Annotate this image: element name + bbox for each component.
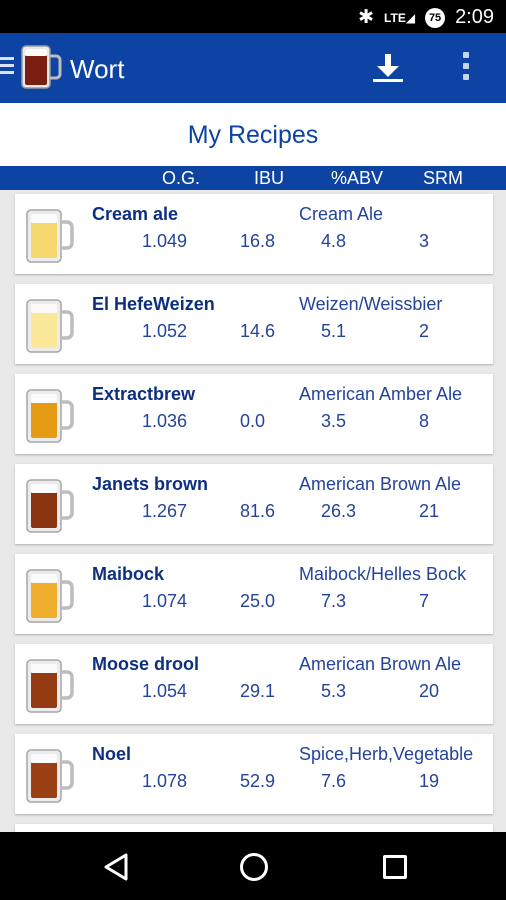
- download-icon[interactable]: [371, 52, 405, 84]
- recipe-ibu: 14.6: [240, 321, 276, 341]
- recipe-list[interactable]: Cream ale Cream Ale 1.049 16.8 4.8 3 El …: [0, 190, 506, 832]
- recipe-ibu: 52.9: [240, 771, 276, 791]
- recipe-srm: 7: [419, 591, 430, 611]
- recipe-style: Spice,Herb,Vegetable: [299, 744, 474, 764]
- recipe-og: 1.052: [142, 321, 188, 341]
- column-abv: %ABV: [331, 168, 384, 188]
- beer-mug-icon: [26, 389, 74, 443]
- recipe-ibu: 0.0: [240, 411, 266, 431]
- recipe-name: Maibock: [92, 564, 165, 584]
- recipe-srm: 19: [419, 771, 440, 791]
- recipe-og: 1.036: [142, 411, 188, 431]
- recipe-og: 1.267: [142, 501, 188, 521]
- beer-mug-icon: [26, 749, 74, 803]
- battery-icon: 75: [425, 7, 446, 28]
- recipe-srm: 8: [419, 411, 430, 431]
- recipe-card[interactable]: Janets brown American Brown Ale 1.267 81…: [15, 464, 493, 544]
- recipe-style: Maibock/Helles Bock: [299, 564, 467, 584]
- recipe-srm: 2: [419, 321, 430, 341]
- recipe-srm: 3: [419, 231, 430, 251]
- app-logo-icon: [21, 45, 62, 89]
- recipe-card[interactable]: [15, 824, 493, 832]
- recipe-card[interactable]: Maibock Maibock/Helles Bock 1.074 25.0 7…: [15, 554, 493, 634]
- recents-icon[interactable]: [383, 855, 407, 879]
- recipe-style: American Brown Ale: [299, 654, 462, 674]
- battery-level: 75: [428, 11, 442, 24]
- recipe-ibu: 25.0: [240, 591, 276, 611]
- recipe-card[interactable]: Cream ale Cream Ale 1.049 16.8 4.8 3: [15, 194, 493, 274]
- bluetooth-icon: ✱: [358, 7, 375, 28]
- recipe-og: 1.074: [142, 591, 188, 611]
- recipe-abv: 7.3: [321, 591, 347, 611]
- recipe-style: American Amber Ale: [299, 384, 463, 404]
- clock: 2:09: [455, 6, 494, 28]
- recipe-card[interactable]: El HefeWeizen Weizen/Weissbier 1.052 14.…: [15, 284, 493, 364]
- beer-mug-icon: [26, 299, 74, 353]
- beer-mug-icon: [26, 209, 74, 263]
- beer-mug-icon: [26, 569, 74, 623]
- app-title: Wort: [70, 54, 125, 84]
- column-srm: SRM: [423, 168, 463, 188]
- recipe-abv: 4.8: [321, 231, 347, 251]
- recipe-card[interactable]: Moose drool American Brown Ale 1.054 29.…: [15, 644, 493, 724]
- recipe-abv: 26.3: [321, 501, 357, 521]
- menu-icon[interactable]: [0, 57, 14, 78]
- recipe-ibu: 29.1: [240, 681, 276, 701]
- recipe-name: Noel: [92, 744, 132, 764]
- network-label: LTE: [384, 10, 406, 25]
- recipe-name: El HefeWeizen: [92, 294, 215, 314]
- beer-mug-icon: [26, 479, 74, 533]
- title-bar: My Recipes: [0, 103, 506, 166]
- recipe-name: Janets brown: [92, 474, 209, 494]
- recipe-abv: 5.1: [321, 321, 347, 341]
- recipe-name: Extractbrew: [92, 384, 196, 404]
- recipe-card[interactable]: Extractbrew American Amber Ale 1.036 0.0…: [15, 374, 493, 454]
- column-header: O.G. IBU %ABV SRM: [0, 166, 506, 190]
- recipe-abv: 5.3: [321, 681, 347, 701]
- home-icon[interactable]: [240, 853, 268, 881]
- back-icon[interactable]: [103, 853, 129, 881]
- page-title: My Recipes: [187, 121, 319, 149]
- recipe-style: Cream Ale: [299, 204, 384, 224]
- lte-signal-icon: LTE◢: [384, 10, 416, 25]
- overflow-menu-icon[interactable]: [459, 52, 473, 84]
- recipe-og: 1.054: [142, 681, 188, 701]
- recipe-name: Cream ale: [92, 204, 179, 224]
- recipe-name: Moose drool: [92, 654, 199, 674]
- recipe-card[interactable]: Noel Spice,Herb,Vegetable 1.078 52.9 7.6…: [15, 734, 493, 814]
- recipe-abv: 7.6: [321, 771, 347, 791]
- recipe-style: American Brown Ale: [299, 474, 462, 494]
- recipe-og: 1.049: [142, 231, 188, 251]
- column-og: O.G.: [162, 168, 201, 188]
- recipe-style: Weizen/Weissbier: [299, 294, 443, 314]
- recipe-srm: 21: [419, 501, 440, 521]
- recipe-ibu: 81.6: [240, 501, 276, 521]
- status-bar: ✱ LTE◢ 75 2:09: [0, 0, 506, 33]
- recipe-ibu: 16.8: [240, 231, 276, 251]
- column-ibu: IBU: [254, 168, 285, 188]
- recipe-abv: 3.5: [321, 411, 347, 431]
- recipe-srm: 20: [419, 681, 440, 701]
- beer-mug-icon: [26, 659, 74, 713]
- recipe-og: 1.078: [142, 771, 188, 791]
